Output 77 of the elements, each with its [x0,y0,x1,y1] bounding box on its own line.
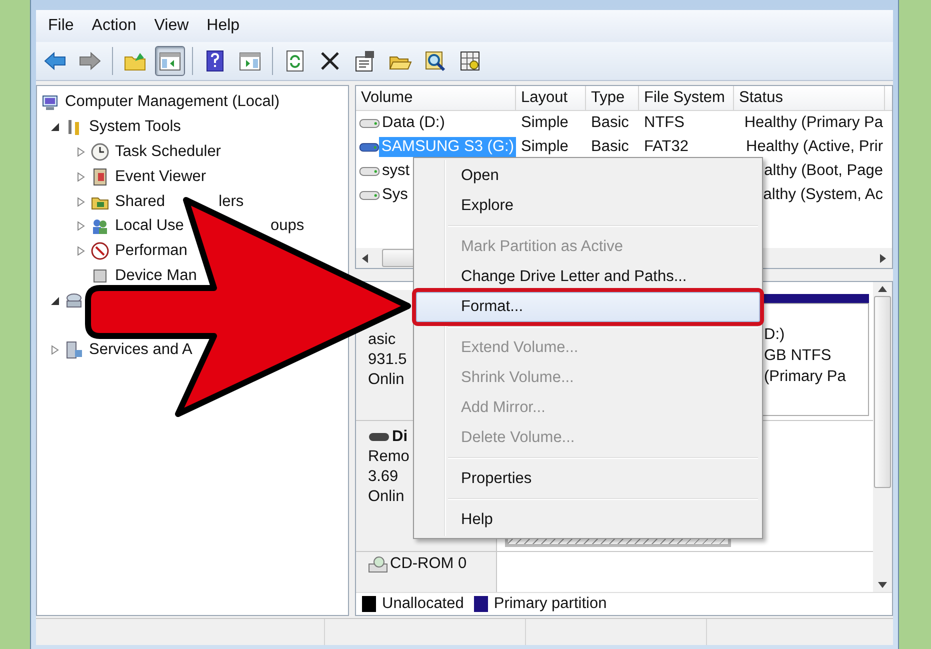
expander-icon[interactable] [50,296,60,306]
drive-icon [368,431,390,443]
menu-item[interactable]: Properties [416,464,760,494]
column-header[interactable]: File System [639,86,734,110]
forward-icon [78,49,102,73]
table-cell: althy (System, Ac [763,186,883,204]
legend-label: Primary partition [494,595,607,613]
disk-label: Di [392,427,408,447]
tree-item[interactable]: Event Viewer [115,168,206,186]
grid-icon [458,49,482,73]
disk-icon [65,292,83,310]
scroll-up-icon[interactable] [878,286,887,292]
column-header[interactable]: Type [586,86,639,110]
menu-item[interactable]: Help [416,505,760,535]
table-cell: NTFS [644,114,684,132]
disk-info: asic [368,330,396,350]
table-cell: althy (Boot, Page [764,162,883,180]
tree-item[interactable]: Services and A [89,341,192,360]
tree-item[interactable]: Local Use [115,217,184,236]
server-icon [65,341,83,360]
users-icon [91,217,109,236]
table-cell: Simple [521,114,568,132]
disk-info: 3.69 [368,467,398,487]
cd-drive-icon [368,554,388,574]
table-cell: Simple [521,138,568,156]
expander-icon[interactable] [50,122,60,132]
menu-item[interactable]: Change Drive Letter and Paths... [416,262,760,292]
tree-item[interactable]: Device Man [115,266,197,285]
column-header[interactable]: Volume [356,86,516,110]
table-cell: Basic [591,114,629,132]
drive-icon [359,188,380,202]
tree-item[interactable]: Performan [115,242,188,260]
disk-info: 931.5 [368,350,407,370]
partition-info: GB NTFS [764,346,832,366]
tree-item[interactable]: oups [270,217,304,236]
window-button[interactable] [155,46,185,76]
tree-item[interactable]: Computer Management (Local) [65,93,280,112]
scrollbar-thumb[interactable] [874,296,891,488]
menu-item[interactable]: Format... [416,292,760,322]
disk-label: CD-ROM 0 [390,554,467,574]
drive-icon [359,116,380,130]
properties-icon [353,49,377,73]
menu-item[interactable]: Action [84,14,144,38]
scroll-down-icon[interactable] [878,582,887,588]
search-icon [423,49,447,73]
menu-item[interactable]: Help [198,14,248,38]
disk-info: Remo [368,447,410,467]
tree-item[interactable]: Shared [115,192,165,211]
disk-info: Onlin [368,370,404,390]
partition-info: (Primary Pa [764,367,847,387]
table-cell[interactable]: Sys [380,185,410,205]
table-cell[interactable]: syst [380,161,412,181]
menu-item[interactable]: File [40,14,82,38]
column-header[interactable]: Layout [516,86,586,110]
menu-item[interactable]: Open [416,161,760,191]
menu-item[interactable]: Explore [416,191,760,221]
scroll-right-icon[interactable] [880,254,886,262]
table-cell[interactable]: Data (D:) [380,113,447,133]
tree-item[interactable]: lers [218,192,244,211]
column-header[interactable]: Status [734,86,885,110]
legend-label: Unallocated [382,595,464,613]
back-icon [43,49,67,73]
tree-item[interactable]: Task Scheduler [115,142,221,161]
computer-icon [41,93,59,112]
drive-icon [359,140,380,154]
partition-info: D:) [764,325,786,345]
menu-item[interactable]: View [146,14,197,38]
tree-item[interactable]: System Tools [89,118,181,136]
table-cell: Healthy (Primary Pa [744,114,883,132]
book-icon [91,168,109,186]
table-cell: FAT32 [644,138,689,156]
table-cell: Basic [591,138,629,156]
scroll-left-icon[interactable] [362,254,368,262]
drive-icon [359,164,380,178]
disk-info: Onlin [368,487,404,507]
table-cell: Healthy (Active, Prir [746,138,883,156]
clock-icon [91,142,109,161]
